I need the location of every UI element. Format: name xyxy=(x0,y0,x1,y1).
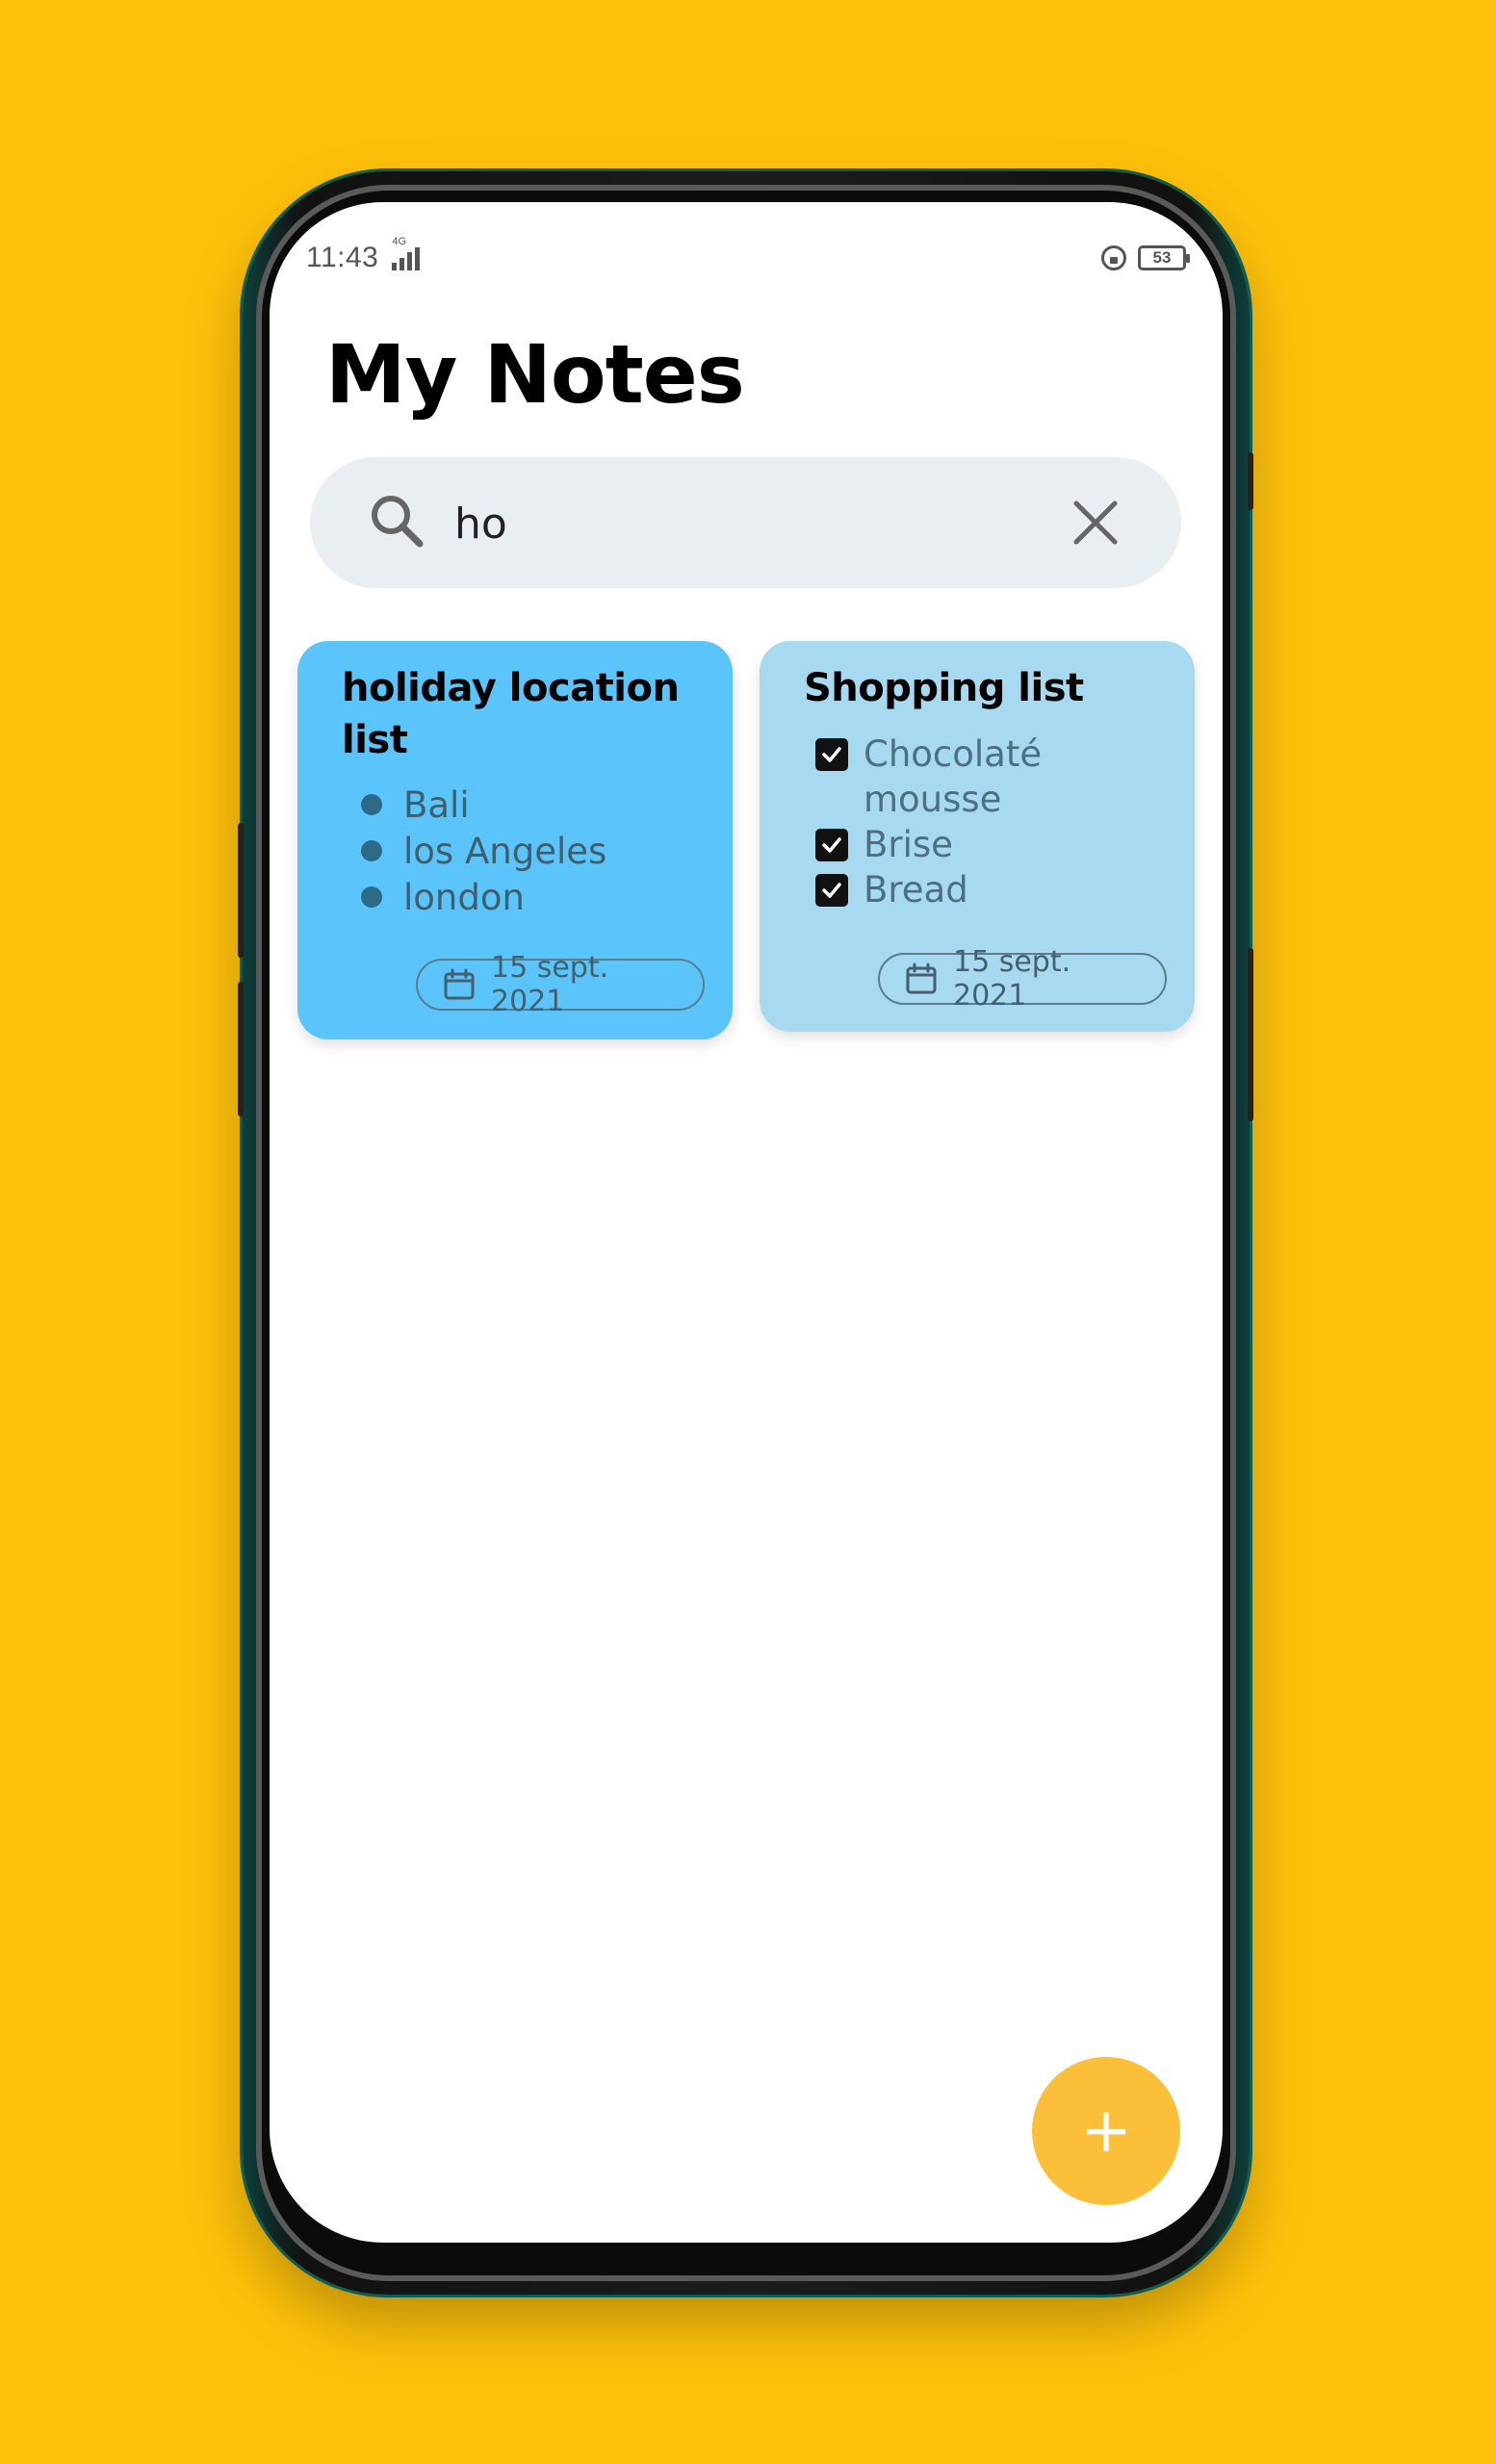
list-item: london xyxy=(361,874,606,920)
list-item-label: Bali xyxy=(403,783,470,826)
bullet-icon xyxy=(361,840,382,861)
signal-icon: 4G xyxy=(392,236,421,270)
page-title: My Notes xyxy=(325,327,745,422)
note-card-holiday[interactable]: holiday location list Bali los Angeles l… xyxy=(297,641,733,1040)
volume-up-button xyxy=(238,823,244,958)
checklist-item: Chocolaté mousse xyxy=(815,732,1114,822)
network-type: 4G xyxy=(392,236,407,247)
note-date: 15 sept. 2021 xyxy=(953,945,1071,1013)
status-icons: 53 xyxy=(1101,245,1190,270)
date-chip: 15 sept. 2021 xyxy=(878,945,1167,1013)
list-item-label: london xyxy=(403,876,525,918)
calendar-icon xyxy=(444,968,475,1000)
note-bullet-list: Bali los Angeles london xyxy=(361,782,606,920)
bullet-icon xyxy=(361,886,382,908)
status-bar: 11:43 4G 53 xyxy=(306,231,1190,285)
power-button-lower xyxy=(1248,948,1253,1121)
search-icon xyxy=(372,496,424,548)
checkbox-checked-icon[interactable] xyxy=(815,874,848,907)
status-time: 11:43 xyxy=(306,242,379,273)
search-input[interactable] xyxy=(452,484,1034,563)
bullet-icon xyxy=(361,794,382,815)
checklist-item-label: Brise xyxy=(864,824,953,865)
battery-icon: 53 xyxy=(1138,245,1190,270)
add-note-button[interactable]: + xyxy=(1032,2057,1180,2205)
search-bar[interactable] xyxy=(310,457,1181,588)
checkbox-checked-icon[interactable] xyxy=(815,829,848,861)
plus-icon: + xyxy=(1080,2095,1132,2167)
app-screen: 11:43 4G 53 My Notes holiday locat xyxy=(270,202,1223,2243)
note-check-list: Chocolaté mousse Brise Bread xyxy=(815,732,1114,912)
checklist-item-label: Bread xyxy=(864,869,968,911)
close-icon[interactable] xyxy=(1070,498,1121,548)
note-title: Shopping list xyxy=(804,666,1084,710)
list-item: los Angeles xyxy=(361,828,606,874)
rotation-lock-icon xyxy=(1101,245,1126,270)
checkbox-checked-icon[interactable] xyxy=(815,738,848,771)
checklist-item: Bread xyxy=(815,867,1114,912)
checklist-item: Brise xyxy=(815,822,1114,867)
note-card-shopping[interactable]: Shopping list Chocolaté mousse Brise Bre… xyxy=(760,641,1195,1032)
list-item: Bali xyxy=(361,782,606,828)
list-item-label: los Angeles xyxy=(403,830,607,872)
date-chip: 15 sept. 2021 xyxy=(416,951,705,1018)
calendar-icon xyxy=(906,962,937,994)
power-button xyxy=(1248,452,1253,510)
note-title: holiday location list xyxy=(342,666,680,762)
battery-level: 53 xyxy=(1152,248,1172,267)
volume-down-button xyxy=(238,982,244,1116)
checklist-item-label: Chocolaté mousse xyxy=(864,733,1043,820)
note-date: 15 sept. 2021 xyxy=(491,951,609,1018)
